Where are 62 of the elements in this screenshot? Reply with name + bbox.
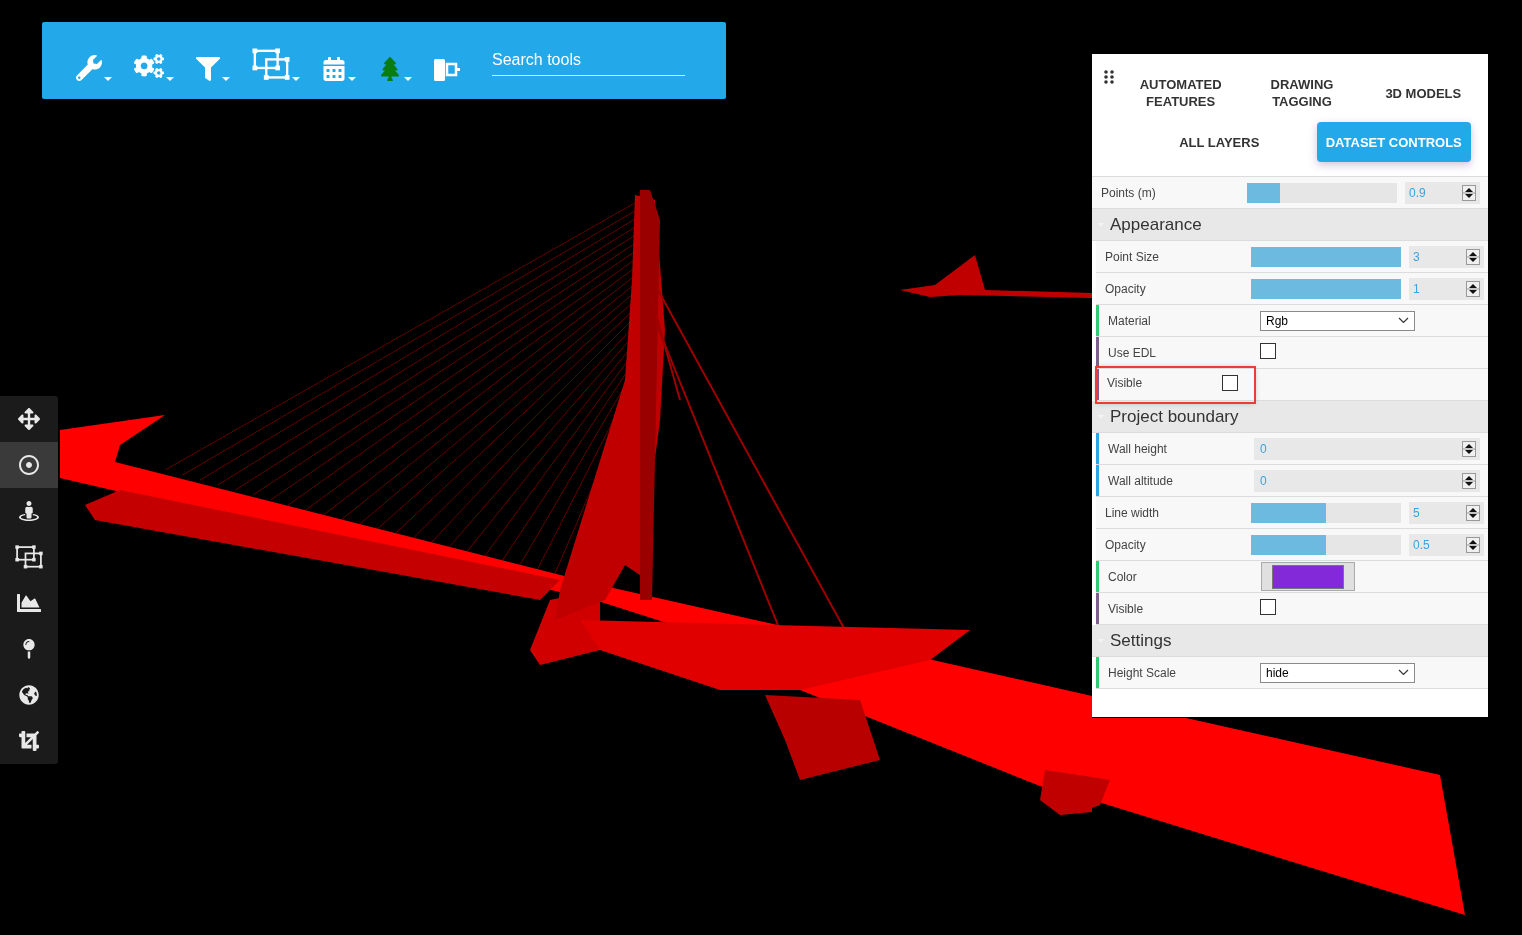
caret-icon <box>166 76 174 81</box>
dropdown[interactable]: Rgb <box>1260 310 1415 331</box>
row-label: Wall altitude <box>1107 472 1174 490</box>
caret-icon <box>222 76 230 81</box>
row-label: Visible <box>1107 600 1145 618</box>
globe-icon <box>19 685 39 705</box>
slider-fill[interactable] <box>1251 502 1326 523</box>
spinner-icon[interactable] <box>1466 248 1480 265</box>
tab[interactable]: DRAWING TAGGING <box>1241 70 1363 116</box>
section-header[interactable]: Settings <box>1092 625 1488 657</box>
slider-fill[interactable] <box>1247 182 1280 203</box>
selection-icon <box>252 48 290 81</box>
caret-icon <box>348 76 356 81</box>
row-label: Points (m) <box>1100 184 1157 202</box>
spinner-icon[interactable] <box>1466 504 1480 521</box>
tree-icon <box>378 56 402 81</box>
filter-icon <box>196 56 220 81</box>
row-label: Wall height <box>1107 440 1168 458</box>
calendar-icon <box>322 56 346 81</box>
color-picker[interactable] <box>1261 562 1355 591</box>
nav-button[interactable] <box>0 442 58 488</box>
checkbox[interactable] <box>1260 343 1276 359</box>
spinner-icon[interactable] <box>1466 536 1480 553</box>
spinner-icon[interactable] <box>1462 184 1476 201</box>
row-label: Line width <box>1104 504 1161 522</box>
chevron-down-icon <box>1398 317 1409 324</box>
checkbox[interactable] <box>1222 375 1238 391</box>
row-label: Point Size <box>1104 248 1161 266</box>
tab[interactable]: ALL LAYERS <box>1142 122 1297 162</box>
row-label: Opacity <box>1104 280 1147 298</box>
dropdown[interactable]: hide <box>1260 662 1415 683</box>
row-label: Use EDL <box>1107 344 1158 362</box>
row-label: Color <box>1107 568 1138 586</box>
move-icon <box>18 408 40 430</box>
section-header[interactable]: Appearance <box>1092 209 1488 241</box>
row-label: Opacity <box>1104 536 1147 554</box>
spinner-icon[interactable] <box>1466 280 1480 297</box>
row-label: Visible <box>1097 367 1254 402</box>
orbit-icon <box>17 453 41 477</box>
slider-fill[interactable] <box>1251 246 1401 267</box>
panel-toggle-icon <box>434 58 460 81</box>
tab[interactable]: AUTOMATED FEATURES <box>1120 70 1242 116</box>
slider-fill[interactable] <box>1251 534 1326 555</box>
tab[interactable]: 3D MODELS <box>1362 70 1484 116</box>
chevron-down-icon <box>1398 669 1409 676</box>
selection-icon <box>15 545 43 569</box>
row-label: Height Scale <box>1107 664 1178 682</box>
section-header[interactable]: Project boundary <box>1092 401 1488 433</box>
wrench-icon <box>76 54 102 81</box>
checkbox[interactable] <box>1260 599 1276 615</box>
drag-handle-icon[interactable] <box>1104 70 1114 84</box>
spinner-icon[interactable] <box>1462 472 1476 489</box>
caret-icon <box>104 76 112 81</box>
spinner-icon[interactable] <box>1462 440 1476 457</box>
row-label: Material <box>1107 312 1152 330</box>
search-field[interactable]: Search tools <box>492 45 685 76</box>
caret-icon <box>404 76 412 81</box>
area-chart-icon <box>17 591 41 615</box>
caret-icon <box>292 76 300 81</box>
slider-fill[interactable] <box>1251 278 1401 299</box>
crop-icon <box>19 731 39 751</box>
person-icon <box>19 501 39 521</box>
